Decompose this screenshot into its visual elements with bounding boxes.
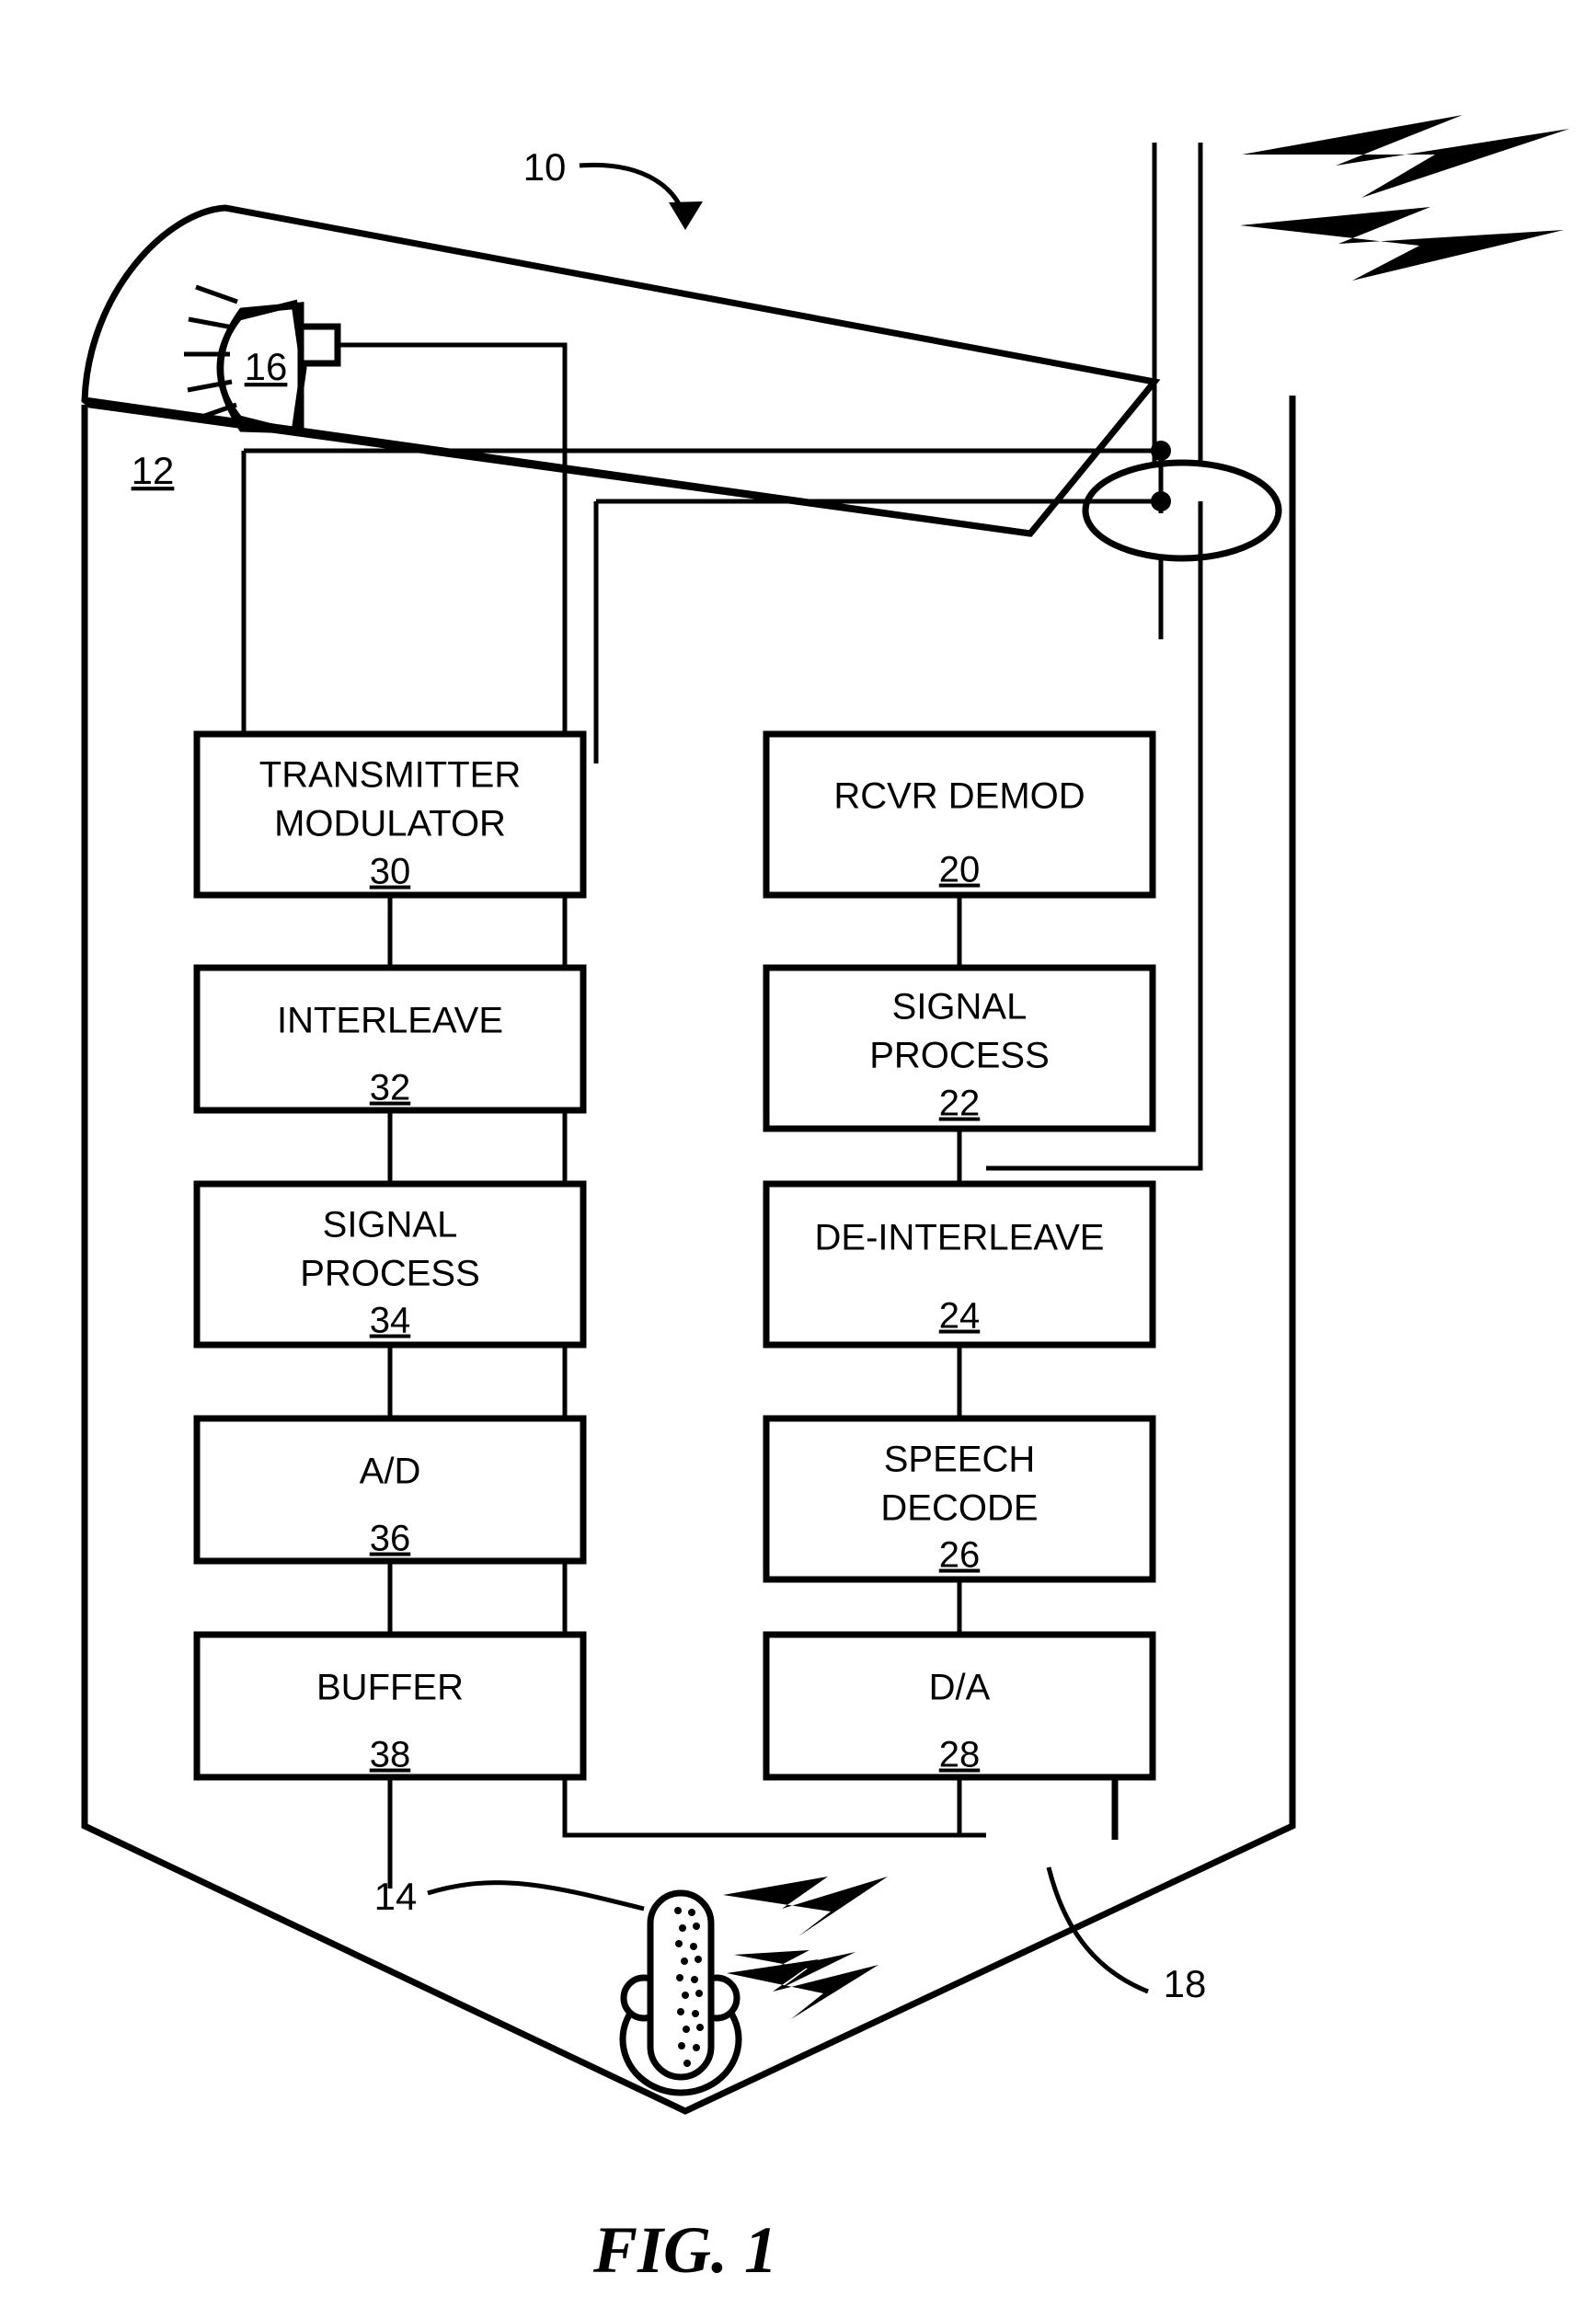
block-transmitter-modulator[interactable]: TRANSMITTER MODULATOR 30	[193, 730, 587, 899]
block-number: 20	[939, 850, 981, 890]
block-de-interleave[interactable]: DE-INTERLEAVE 24	[763, 1180, 1156, 1349]
block-number: 38	[370, 1735, 411, 1775]
block-label-line-0: TRANSMITTER	[259, 755, 521, 796]
block-number: 34	[370, 1301, 411, 1341]
block-number: 32	[370, 1068, 411, 1108]
block-label-line-1: PROCESS	[869, 1036, 1050, 1076]
block-label-line-1: MODULATOR	[274, 804, 506, 844]
ref-numeral-10: 10	[523, 145, 567, 189]
block-rcvr-demod[interactable]: RCVR DEMOD 20	[763, 730, 1156, 899]
block-number: 26	[939, 1535, 981, 1576]
block-label-line-0: D/A	[929, 1668, 991, 1708]
block-buffer[interactable]: BUFFER 38	[193, 1631, 587, 1781]
block-label-line-0: DE-INTERLEAVE	[815, 1218, 1105, 1258]
block-signal-process-rx[interactable]: SIGNAL PROCESS 22	[763, 964, 1156, 1132]
block-number: 36	[370, 1519, 411, 1559]
block-label-line-0: BUFFER	[316, 1668, 464, 1708]
block-d-to-a[interactable]: D/A 28	[763, 1631, 1156, 1781]
ref-numeral-12: 12	[132, 449, 175, 492]
block-signal-process-tx[interactable]: SIGNAL PROCESS 34	[193, 1180, 587, 1349]
patent-figure-1: 12 10 16 TRANSMITTER MODULATOR 30 INTERL…	[0, 0, 1596, 2319]
ref-numeral-14: 14	[374, 1875, 418, 1918]
block-label-line-0: A/D	[360, 1452, 421, 1492]
block-a-to-d[interactable]: A/D 36	[193, 1415, 587, 1565]
block-label-line-0: RCVR DEMOD	[833, 776, 1085, 817]
block-speech-decode[interactable]: SPEECH DECODE 26	[763, 1415, 1156, 1583]
block-number: 30	[370, 852, 411, 892]
block-label-line-0: SPEECH	[884, 1440, 1036, 1480]
block-label-line-1: DECODE	[880, 1488, 1038, 1529]
figure-caption: FIG. 1	[592, 2213, 777, 2287]
block-label-line-0: SIGNAL	[323, 1205, 458, 1246]
block-label-line-0: INTERLEAVE	[277, 1001, 503, 1041]
ref-numeral-16: 16	[245, 345, 288, 388]
block-number: 28	[939, 1735, 981, 1775]
block-label-line-1: PROCESS	[300, 1254, 480, 1294]
block-number: 24	[939, 1296, 981, 1337]
block-label-line-0: SIGNAL	[892, 987, 1028, 1027]
block-interleave[interactable]: INTERLEAVE 32	[193, 964, 587, 1114]
ref-numeral-18: 18	[1164, 1962, 1207, 2005]
block-number: 22	[939, 1084, 981, 1124]
